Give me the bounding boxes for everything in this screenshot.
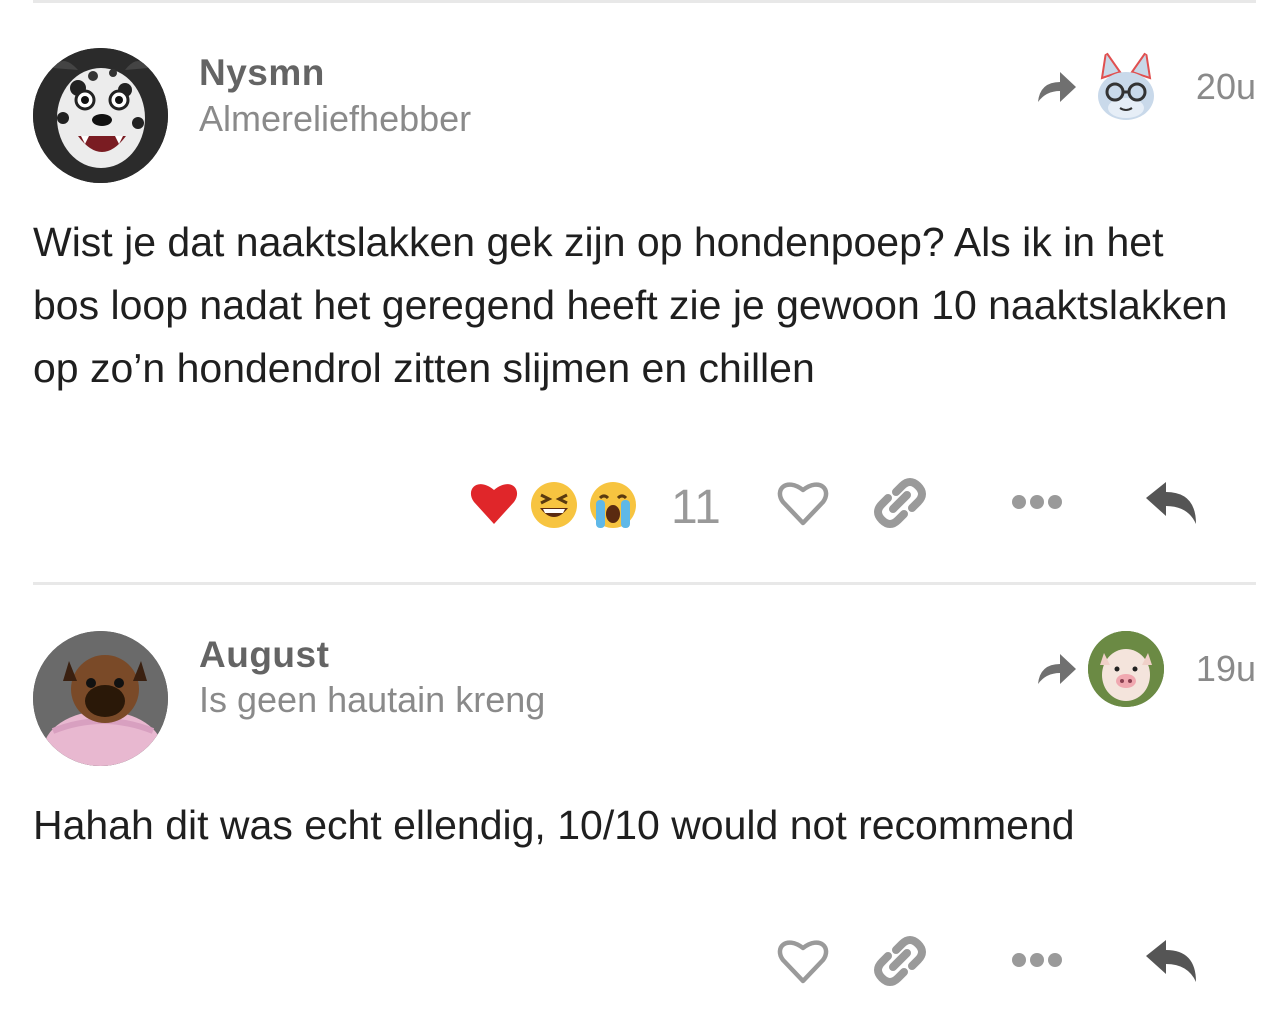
user-title: Almereliefhebber — [199, 98, 472, 139]
heart-reaction-icon[interactable] — [469, 478, 519, 528]
pug-sweater-avatar[interactable] — [33, 631, 168, 766]
username[interactable]: Nysmn — [199, 52, 325, 94]
post-actions — [0, 928, 1284, 998]
post-body: Hahah dit was echt ellendig, 10/10 would… — [33, 802, 1075, 848]
post-timestamp[interactable]: 19u — [1166, 648, 1256, 690]
reaction-count[interactable]: 11 — [671, 480, 721, 535]
user-title: Is geen hautain kreng — [199, 679, 546, 720]
laughing-reaction-icon[interactable] — [529, 480, 579, 530]
username[interactable]: August — [199, 634, 329, 676]
post-timestamp[interactable]: 20u — [1166, 66, 1256, 108]
link-icon[interactable] — [872, 934, 928, 988]
piglet-avatar[interactable] — [1088, 631, 1164, 707]
topic-thread: Nysmn Almereliefhebber 20u Wist je dat n… — [0, 0, 1284, 1035]
link-icon[interactable] — [872, 476, 928, 530]
divider — [33, 0, 1256, 3]
crying-reaction-icon[interactable] — [588, 480, 638, 530]
reply-to-arrow-icon[interactable] — [1036, 652, 1078, 686]
like-heart-icon[interactable] — [776, 936, 830, 986]
reply-icon[interactable] — [1144, 480, 1200, 526]
reply-to-arrow-icon[interactable] — [1036, 70, 1078, 104]
more-options-icon[interactable] — [1011, 492, 1063, 512]
post-actions: 11 — [0, 470, 1284, 540]
more-options-icon[interactable] — [1011, 950, 1063, 970]
divider — [33, 582, 1256, 585]
reply-icon[interactable] — [1144, 938, 1200, 984]
like-heart-icon[interactable] — [776, 478, 830, 528]
dalmatian-avatar[interactable] — [33, 48, 168, 183]
cat-glasses-avatar[interactable] — [1088, 48, 1164, 124]
post-body: Wist je dat naaktslakken gek zijn op hon… — [33, 219, 1228, 391]
